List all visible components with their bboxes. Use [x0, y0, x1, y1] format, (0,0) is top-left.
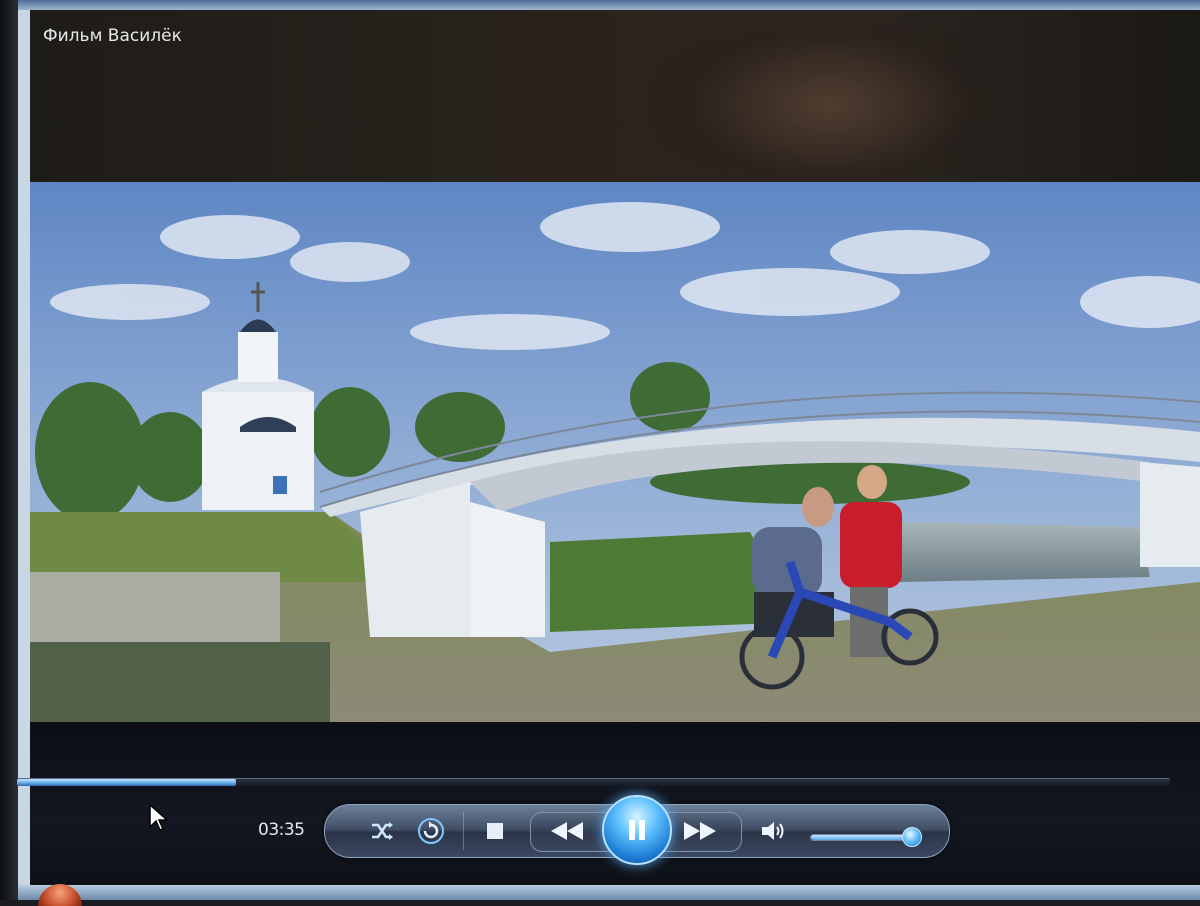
video-frame[interactable] — [30, 182, 1200, 722]
shuffle-icon — [372, 822, 393, 840]
screen-reflection — [650, 10, 1010, 182]
repeat-button[interactable] — [414, 814, 448, 848]
seek-bar-hit-area[interactable] — [17, 775, 1170, 790]
player-header: Фильм Василёк — [30, 10, 1200, 182]
play-pause-button[interactable] — [602, 795, 672, 865]
mute-button[interactable] — [757, 814, 791, 848]
volume-icon — [762, 822, 784, 840]
stop-icon — [487, 823, 503, 839]
window-title: Фильм Василёк — [43, 26, 182, 46]
controls-divider — [463, 812, 464, 850]
taskbar — [18, 885, 1200, 900]
monitor-bezel — [0, 0, 18, 900]
stop-button[interactable] — [480, 816, 510, 846]
volume-slider-thumb[interactable] — [902, 827, 922, 847]
pause-icon — [629, 820, 645, 840]
volume-slider[interactable] — [810, 834, 916, 841]
media-player-window: Фильм Василёк — [30, 10, 1200, 885]
elapsed-time: 03:35 — [258, 820, 305, 840]
video-scene — [30, 182, 1200, 722]
next-button[interactable] — [678, 814, 722, 848]
shuffle-button[interactable] — [365, 814, 399, 848]
mouse-cursor-icon — [149, 803, 169, 831]
previous-button[interactable] — [545, 814, 589, 848]
previous-icon — [551, 822, 583, 840]
seek-bar[interactable] — [17, 778, 1170, 786]
volume-level — [811, 835, 912, 840]
repeat-icon — [418, 818, 444, 844]
window-top-border — [18, 0, 1200, 10]
next-icon — [684, 822, 716, 840]
